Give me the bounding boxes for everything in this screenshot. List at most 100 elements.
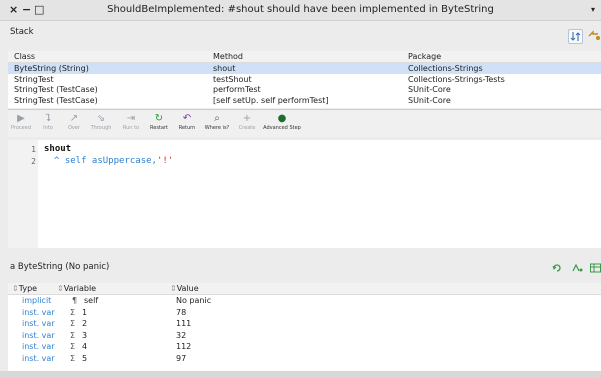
inspector-row-value: No panic xyxy=(176,296,212,305)
step-over-icon: ↗ xyxy=(69,113,79,124)
inspector-row-value: 78 xyxy=(176,307,187,317)
inspector-label: a ByteString (No panic) xyxy=(10,262,110,272)
inspector-row[interactable]: inst. var Σ 3 32 xyxy=(8,330,601,342)
step-over-label: Over xyxy=(67,125,81,131)
window-title: ShouldBeImplemented: #shout should have … xyxy=(107,4,494,15)
line-number-gutter: 1 2 xyxy=(8,140,38,248)
sigma-icon: Σ xyxy=(70,319,76,328)
stack-label: Stack xyxy=(10,27,34,37)
stack-row-package: SUnit-Core xyxy=(408,85,451,94)
inspector-row-value: 112 xyxy=(176,342,192,351)
stack-row-class: ByteString (String) xyxy=(14,64,89,73)
sigma-icon: Σ xyxy=(70,307,76,317)
step-through-button[interactable]: ⇘ Through xyxy=(88,113,114,132)
inspector-row[interactable]: inst. var Σ 1 78 xyxy=(8,307,601,319)
stack-row-package: Collections-Strings-Tests xyxy=(408,74,505,84)
pilcrow-icon: ¶ xyxy=(72,296,78,305)
advanced-step-button[interactable]: ● Advanced Step xyxy=(262,113,302,132)
column-header-package[interactable]: Package xyxy=(408,51,441,62)
sigma-icon: Σ xyxy=(70,330,76,340)
inspector-row-variable: 5 xyxy=(82,353,88,363)
line-number: 2 xyxy=(31,157,36,166)
advanced-step-label: Advanced Step xyxy=(263,125,301,131)
stack-row-package: SUnit-Core xyxy=(408,95,451,105)
sigma-icon: Σ xyxy=(70,353,76,363)
restart-button[interactable]: ↻ Restart xyxy=(147,113,171,132)
where-is-label: Where is? xyxy=(204,125,230,131)
step-into-button[interactable]: ⮧ Into xyxy=(39,113,57,132)
inspector-row-type: inst. var xyxy=(22,342,55,351)
stack-row[interactable]: StringTest (TestCase) [self setUp. self … xyxy=(8,95,601,106)
inspector-row-value: 97 xyxy=(176,353,187,363)
run-to-icon: ⇥ xyxy=(126,113,136,124)
inspector-row-type: inst. var xyxy=(22,307,55,317)
create-label: Create xyxy=(238,125,256,131)
table-view-icon[interactable] xyxy=(590,263,601,275)
play-icon: ▶ xyxy=(17,113,25,124)
advanced-step-icon: ● xyxy=(277,113,287,124)
stack-row-class: StringTest (TestCase) xyxy=(14,95,98,105)
inspector-row-value: 32 xyxy=(176,330,187,340)
inspector-row[interactable]: implicit ¶ self No panic xyxy=(8,295,601,307)
stack-row-method: performTest xyxy=(213,85,261,94)
step-through-icon: ⇘ xyxy=(96,113,106,124)
inspector-row[interactable]: inst. var Σ 5 97 xyxy=(8,353,601,365)
step-into-icon: ⮧ xyxy=(45,113,51,124)
proceed-button[interactable]: ▶ Proceed xyxy=(10,113,32,132)
refresh-icon[interactable] xyxy=(552,263,562,275)
restart-label: Restart xyxy=(150,125,168,131)
inspector-row-type: inst. var xyxy=(22,353,55,363)
line-number: 1 xyxy=(31,145,36,154)
column-header-type[interactable]: ⇕Type xyxy=(12,283,37,295)
stack-row-class: StringTest (TestCase) xyxy=(14,85,98,94)
return-button[interactable]: ↶ Return xyxy=(175,113,199,132)
column-header-variable[interactable]: ⇕Variable xyxy=(57,283,96,295)
stack-row[interactable]: StringTest (TestCase) performTest SUnit-… xyxy=(8,84,601,95)
stack-row-method: [self setUp. self performTest] xyxy=(213,95,329,105)
magnifier-icon: ⌕ xyxy=(214,113,220,124)
stack-row[interactable]: StringTest testShout Collections-Strings… xyxy=(8,74,601,85)
run-to-label: Run to xyxy=(122,125,140,131)
inspector-row-type: inst. var xyxy=(22,319,55,328)
divider xyxy=(8,109,601,110)
stack-row[interactable]: ByteString (String) shout Collections-St… xyxy=(8,63,601,74)
code-line-2: ^ self asUppercase,'!' xyxy=(54,156,174,166)
debugger-toolbar: ▶ Proceed ⮧ Into ↗ Over ⇘ Through ⇥ Run … xyxy=(8,111,601,137)
inspector-row-variable: 1 xyxy=(82,307,88,317)
code-method-name: shout xyxy=(44,144,72,154)
step-through-label: Through xyxy=(90,125,112,131)
sigma-icon: Σ xyxy=(70,342,76,351)
inspector-table-header: ⇕Type ⇕Variable ⇕Value xyxy=(8,283,601,295)
inspector-row-value: 111 xyxy=(176,319,192,328)
create-button[interactable]: + Create xyxy=(236,113,258,132)
sort-icon[interactable] xyxy=(568,29,583,44)
column-header-method[interactable]: Method xyxy=(213,51,243,62)
plus-icon: + xyxy=(242,113,252,124)
where-is-button[interactable]: ⌕ Where is? xyxy=(203,113,231,132)
column-header-value[interactable]: ⇕Value xyxy=(170,283,199,295)
window-menu-icon[interactable]: ▾ xyxy=(591,5,595,14)
return-icon: ↶ xyxy=(182,113,192,124)
inspector-row-variable: 3 xyxy=(82,330,88,340)
inspector-row-type: implicit xyxy=(22,296,52,305)
restart-icon: ↻ xyxy=(154,113,164,124)
browse-icon[interactable] xyxy=(587,29,601,44)
inspector-row-variable: self xyxy=(84,296,99,305)
inspector-row[interactable]: inst. var Σ 4 112 xyxy=(8,341,601,353)
stack-row-method: testShout xyxy=(213,74,252,84)
stack-row-package: Collections-Strings xyxy=(408,64,483,73)
inspector-table: ⇕Type ⇕Variable ⇕Value implicit ¶ self N… xyxy=(8,283,601,371)
return-label: Return xyxy=(178,125,196,131)
evaluate-icon[interactable] xyxy=(572,263,583,275)
step-into-label: Into xyxy=(43,125,53,131)
inspector-row-variable: 2 xyxy=(82,319,88,328)
bottom-scrollbar[interactable] xyxy=(0,371,601,378)
run-to-button[interactable]: ⇥ Run to xyxy=(119,113,143,132)
inspector-row-type: inst. var xyxy=(22,330,55,340)
inspector-row[interactable]: inst. var Σ 2 111 xyxy=(8,318,601,330)
column-header-class[interactable]: Class xyxy=(14,51,35,62)
stack-row-class: StringTest xyxy=(14,74,54,84)
step-over-button[interactable]: ↗ Over xyxy=(65,113,83,132)
stack-table: Class Method Package ByteString (String)… xyxy=(8,51,601,108)
inspector-row-variable: 4 xyxy=(82,342,88,351)
